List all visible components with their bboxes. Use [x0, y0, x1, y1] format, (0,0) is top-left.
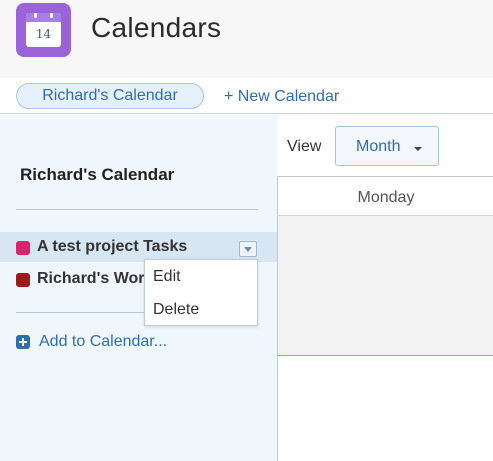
calendar-item-label: A test project Tasks [37, 238, 188, 255]
calendar-grid-row[interactable] [277, 216, 493, 356]
sidebar-divider-top [16, 209, 258, 210]
calendar-color-swatch [16, 241, 30, 255]
calendar-item-label: Richard's Wor [37, 270, 145, 287]
add-icon[interactable] [16, 335, 30, 349]
calendar-context-menu: Edit Delete [144, 259, 258, 326]
calendar-color-swatch [16, 273, 30, 287]
calendar-icon-page: 14 [26, 13, 61, 47]
view-mode-select[interactable]: Month [335, 126, 439, 166]
calendar-icon-ring-left [34, 13, 37, 18]
sidebar-title: Richard's Calendar [20, 165, 175, 184]
calendar-grid-row[interactable] [277, 356, 493, 461]
calendar-icon-day: 14 [35, 27, 52, 41]
add-to-calendar-link[interactable]: Add to Calendar... [39, 333, 167, 351]
calendar-tab-bar: Richard's Calendar + New Calendar [0, 78, 493, 114]
chevron-down-icon[interactable] [239, 241, 257, 257]
new-calendar-link[interactable]: + New Calendar [224, 88, 339, 106]
calendar-item-test-project-tasks[interactable]: A test project Tasks [0, 232, 277, 262]
app-header: 14 Calendars [0, 0, 493, 78]
day-header-monday: Monday [357, 189, 415, 206]
calendar-grid-header: Monday [277, 176, 493, 216]
view-label: View [287, 138, 322, 155]
tab-richards-calendar[interactable]: Richard's Calendar [16, 83, 204, 109]
calendar-icon-band [26, 13, 61, 22]
menu-item-edit[interactable]: Edit [153, 268, 181, 286]
calendar-icon: 14 [16, 3, 71, 57]
view-mode-value: Month [356, 138, 401, 155]
menu-item-delete[interactable]: Delete [153, 301, 199, 319]
calendar-icon-ring-right [50, 13, 53, 18]
chevron-down-icon [414, 147, 422, 151]
page-title: Calendars [91, 12, 222, 43]
